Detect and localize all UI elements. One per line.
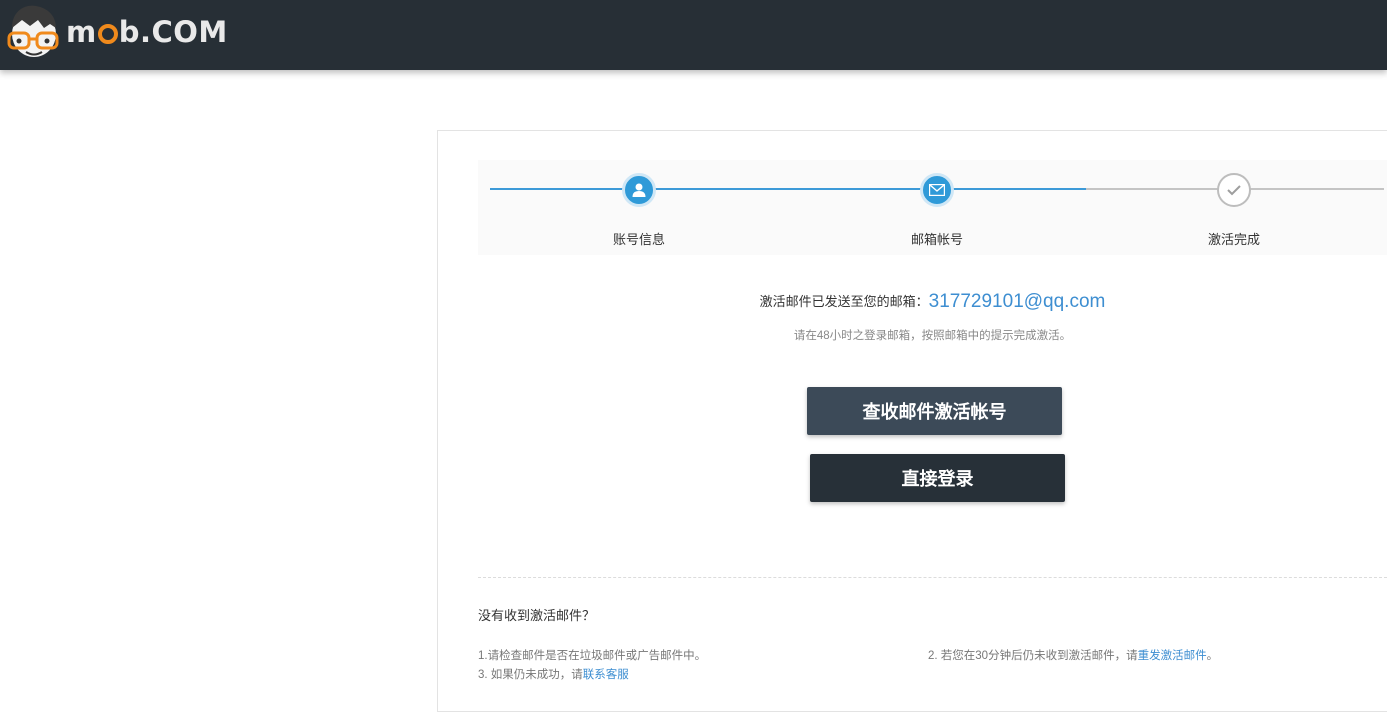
direct-login-button[interactable]: 直接登录: [810, 454, 1065, 502]
logo-text-suffix: b.COM: [118, 15, 228, 49]
faq-item-2: 2. 若您在30分钟后仍未收到激活邮件，请重发激活邮件。: [928, 647, 1218, 663]
sent-message-text: 激活邮件已发送至您的邮箱：: [759, 294, 929, 309]
top-navigation-bar: m b.COM: [0, 0, 1387, 70]
nerd-mascot-icon: [7, 5, 59, 57]
step-2-label: 邮箱帐号: [910, 232, 963, 247]
resend-activation-link[interactable]: 重发激活邮件: [1138, 650, 1207, 662]
logo-o-ring: [97, 24, 118, 44]
step-1-label: 账号信息: [612, 232, 665, 247]
progress-line-done: [490, 188, 1086, 190]
faq-item-2-suffix: 。: [1206, 650, 1219, 662]
logo-wordmark: m b.COM: [66, 15, 228, 49]
step-2-circle: [920, 173, 954, 207]
divider: [478, 577, 1387, 578]
faq-item-3-text: 3. 如果仍未成功，请: [478, 669, 583, 681]
faq-title: 没有收到激活邮件？: [478, 608, 596, 623]
step-3-label: 激活完成: [1207, 232, 1260, 247]
logo-text-prefix: m: [66, 15, 97, 49]
contact-support-link[interactable]: 联系客服: [583, 669, 629, 681]
progress-steps: 账号信息 邮箱帐号 激活完成: [478, 160, 1387, 255]
faq-item-1: 1.请检查邮件是否在垃圾邮件或广告邮件中。: [478, 650, 707, 662]
step-3-circle: [1217, 173, 1251, 207]
mail-icon: [929, 184, 945, 196]
activation-hint: 请在48小时之登录邮箱，按照邮箱中的提示完成激活。: [793, 330, 1072, 342]
check-icon: [1227, 185, 1241, 196]
faq-item-2-text: 2. 若您在30分钟后仍未收到激活邮件，请: [928, 650, 1138, 662]
check-mail-button[interactable]: 查收邮件激活帐号: [807, 387, 1062, 435]
step-1-circle: [622, 173, 656, 207]
mob-logo[interactable]: m b.COM: [6, 2, 228, 60]
email-address: 317729101@qq.com: [928, 291, 1106, 312]
sent-message: 激活邮件已发送至您的邮箱：317729101@qq.com: [478, 291, 1387, 313]
faq-item-3: 3. 如果仍未成功，请联系客服: [478, 666, 629, 682]
user-icon: [632, 183, 646, 197]
